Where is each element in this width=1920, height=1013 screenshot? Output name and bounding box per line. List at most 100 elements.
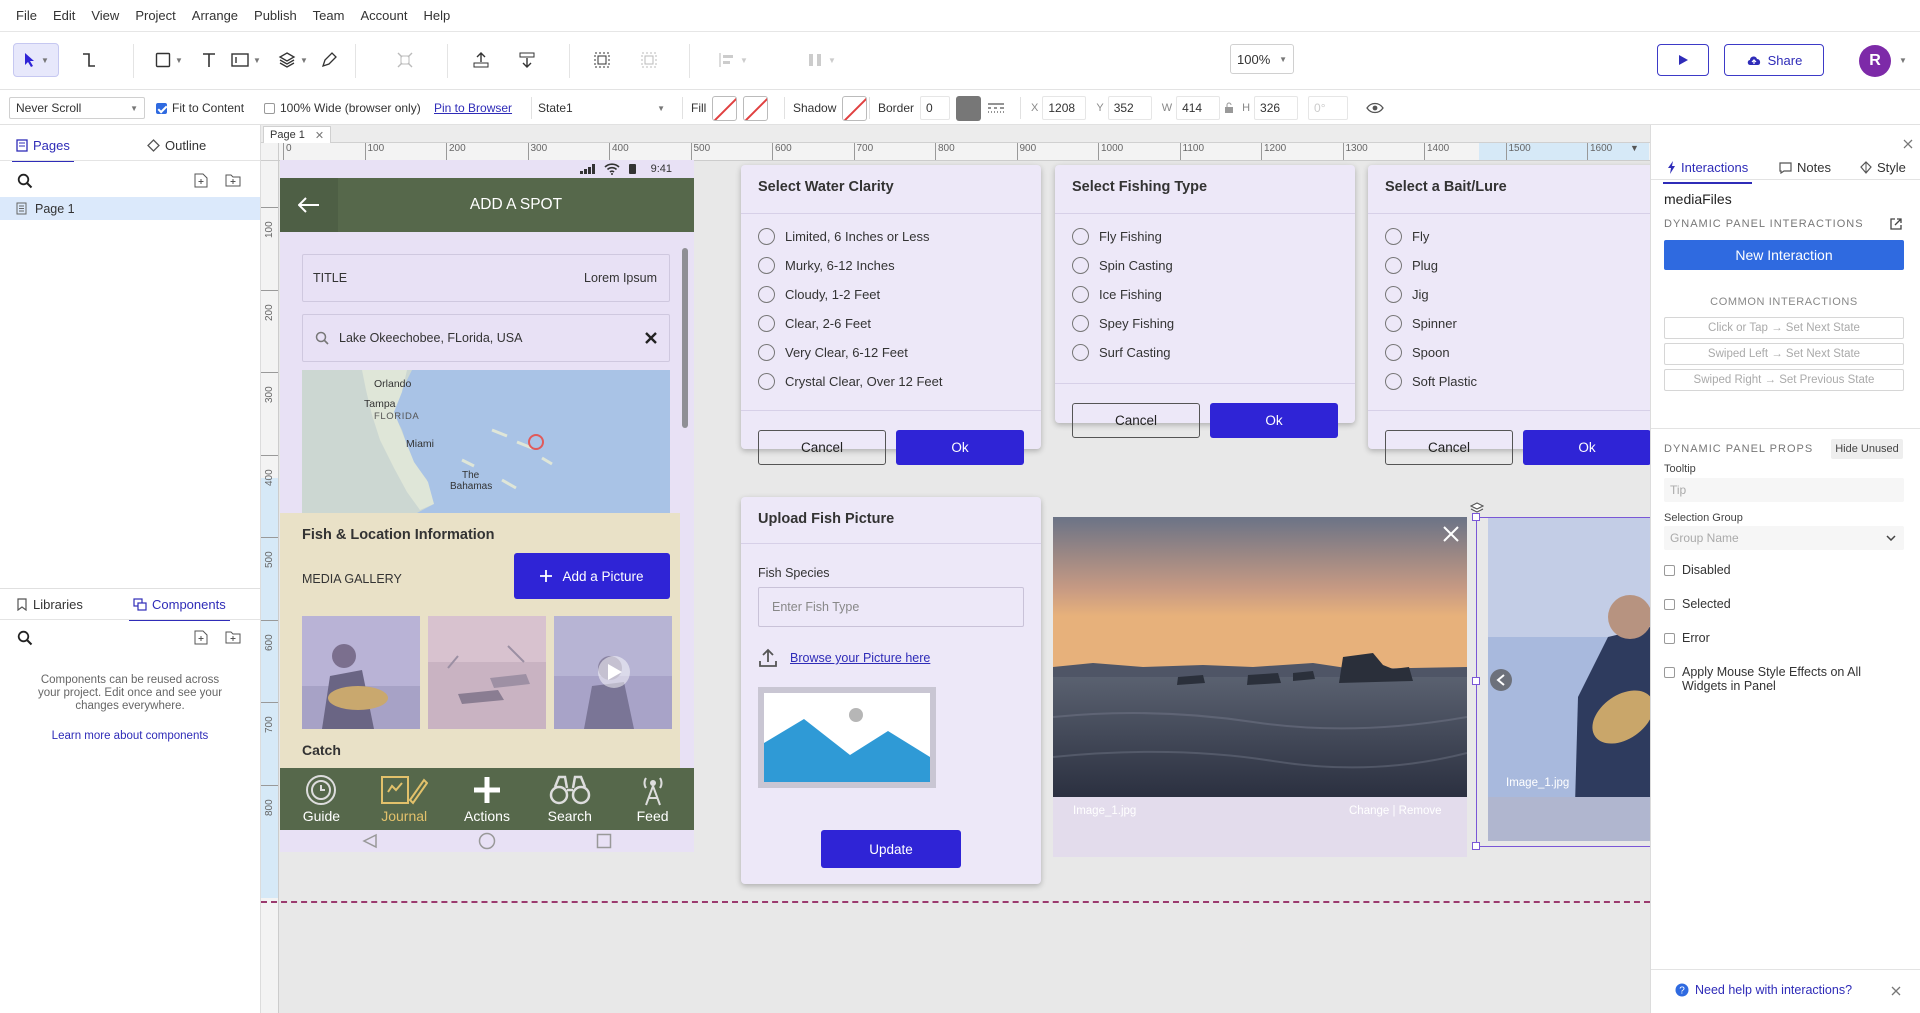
click-tap-interaction-button[interactable]: Click or Tap → Set Next State xyxy=(1664,317,1904,339)
update-button[interactable]: Update xyxy=(821,830,961,868)
select-tool-button[interactable]: ▼ xyxy=(13,43,59,77)
eye-icon[interactable] xyxy=(1366,102,1384,114)
connector-tool-button[interactable] xyxy=(73,43,105,77)
resize-handle[interactable] xyxy=(1472,677,1480,685)
add-picture-button[interactable]: Add a Picture xyxy=(514,553,670,599)
add-page-icon[interactable] xyxy=(194,173,208,188)
ungroup-button[interactable] xyxy=(634,43,664,77)
crop-button[interactable] xyxy=(390,43,420,77)
align-button[interactable]: ▼ xyxy=(710,43,756,77)
back-button[interactable] xyxy=(280,178,338,232)
fishing-cancel-button[interactable]: Cancel xyxy=(1072,403,1200,438)
menu-team[interactable]: Team xyxy=(305,8,353,23)
image-fill-icon[interactable] xyxy=(743,95,769,121)
gallery-thumb-1[interactable] xyxy=(302,616,420,729)
fish-species-input[interactable]: Enter Fish Type xyxy=(758,587,1024,627)
menu-help[interactable]: Help xyxy=(415,8,458,23)
lock-icon[interactable] xyxy=(1224,102,1234,114)
new-interaction-button[interactable]: New Interaction xyxy=(1664,240,1904,270)
water-cancel-button[interactable]: Cancel xyxy=(758,430,886,465)
distribute-button[interactable]: ▼ xyxy=(798,43,844,77)
layers-tool-button[interactable]: ▼ xyxy=(274,43,312,77)
nav-feed[interactable]: Feed xyxy=(611,768,694,830)
fishing-option-3[interactable]: Ice Fishing xyxy=(1072,286,1162,303)
system-home-icon[interactable] xyxy=(478,832,496,850)
scroll-select[interactable]: Never Scroll ▼ xyxy=(9,97,145,119)
water-option-3[interactable]: Cloudy, 1-2 Feet xyxy=(758,286,880,303)
wide-browser-checkbox[interactable]: 100% Wide (browser only) xyxy=(264,97,421,119)
bait-option-1[interactable]: Fly xyxy=(1385,228,1429,245)
menu-account[interactable]: Account xyxy=(352,8,415,23)
no-shadow-swatch[interactable] xyxy=(842,95,868,121)
browse-picture-row[interactable]: Browse your Picture here xyxy=(758,648,930,668)
pen-tool-button[interactable] xyxy=(316,43,342,77)
clear-icon[interactable] xyxy=(645,332,657,344)
system-back-icon[interactable] xyxy=(362,833,378,849)
media-files-carousel[interactable]: Image_1.jpg xyxy=(1488,517,1650,841)
search-icon[interactable] xyxy=(17,173,33,189)
shadow-control[interactable]: Shadow xyxy=(784,95,868,121)
swipe-left-interaction-button[interactable]: Swiped Left → Set Next State xyxy=(1664,343,1904,365)
fishing-option-4[interactable]: Spey Fishing xyxy=(1072,315,1174,332)
mouse-style-checkbox[interactable]: Apply Mouse Style Effects on All Widgets… xyxy=(1664,665,1894,693)
gallery-thumb-2[interactable] xyxy=(428,616,546,729)
bring-front-button[interactable] xyxy=(466,43,496,77)
pin-to-browser-link[interactable]: Pin to Browser xyxy=(434,97,512,119)
width-input[interactable]: 414 xyxy=(1176,96,1221,120)
gallery-thumb-3[interactable] xyxy=(554,616,672,729)
add-folder-icon[interactable] xyxy=(225,174,241,187)
nav-actions[interactable]: Actions xyxy=(446,768,529,830)
bait-cancel-button[interactable]: Cancel xyxy=(1385,430,1513,465)
add-component-icon[interactable] xyxy=(194,630,208,645)
widget-tool-button[interactable]: ▼ xyxy=(228,43,264,77)
rotation-input[interactable]: 0° xyxy=(1308,96,1349,120)
page-item-page1[interactable]: Page 1 xyxy=(0,197,260,220)
fishing-option-5[interactable]: Surf Casting xyxy=(1072,344,1171,361)
preview-button[interactable] xyxy=(1657,44,1709,76)
nav-journal[interactable]: Journal xyxy=(363,768,446,830)
hide-unused-button[interactable]: Hide Unused xyxy=(1831,439,1903,459)
image-actions[interactable]: Change | Remove xyxy=(1349,805,1441,817)
add-folder-icon[interactable] xyxy=(225,631,241,644)
chevron-down-icon[interactable]: ▼ xyxy=(1630,143,1639,153)
search-icon[interactable] xyxy=(17,630,33,646)
send-back-button[interactable] xyxy=(512,43,542,77)
rectangle-tool-button[interactable]: ▼ xyxy=(148,43,190,77)
menu-project[interactable]: Project xyxy=(127,8,183,23)
resize-handle[interactable] xyxy=(1472,513,1480,521)
fill-control[interactable]: Fill xyxy=(682,95,769,121)
resize-handle[interactable] xyxy=(1472,842,1480,850)
carousel-prev-button[interactable] xyxy=(1490,669,1512,691)
location-field[interactable]: Lake Okeechobee, FLorida, USA xyxy=(302,314,670,362)
selection-group-select[interactable]: Group Name xyxy=(1664,526,1904,550)
help-interactions-link[interactable]: ? Need help with interactions? xyxy=(1675,983,1852,997)
title-field[interactable]: TITLE Lorem Ipsum xyxy=(302,254,670,302)
page-tab[interactable]: Page 1 ✕ xyxy=(263,126,332,143)
close-icon[interactable] xyxy=(1891,986,1901,996)
menu-file[interactable]: File xyxy=(8,8,45,23)
x-input[interactable]: 1208 xyxy=(1042,96,1087,120)
error-checkbox[interactable]: Error xyxy=(1664,631,1710,645)
no-fill-swatch[interactable] xyxy=(712,95,738,121)
location-map[interactable]: Orlando Tampa FLORIDA Miami The Bahamas xyxy=(302,370,670,513)
bait-option-2[interactable]: Plug xyxy=(1385,257,1438,274)
open-external-icon[interactable] xyxy=(1889,217,1903,231)
water-option-6[interactable]: Crystal Clear, Over 12 Feet xyxy=(758,373,943,390)
water-option-5[interactable]: Very Clear, 6-12 Feet xyxy=(758,344,908,361)
learn-components-link[interactable]: Learn more about components xyxy=(0,730,260,742)
menu-arrange[interactable]: Arrange xyxy=(184,8,246,23)
design-canvas[interactable]: Page 1 ✕ 0 100 200 300 400 500 600 700 800 900 100… xyxy=(261,125,1650,1013)
chevron-down-icon[interactable]: ▼ xyxy=(1899,56,1907,65)
system-recents-icon[interactable] xyxy=(596,833,612,849)
share-button[interactable]: Share xyxy=(1724,44,1824,76)
tab-interactions[interactable]: Interactions xyxy=(1662,160,1753,184)
menu-edit[interactable]: Edit xyxy=(45,8,83,23)
scrollbar-thumb[interactable] xyxy=(682,248,688,428)
height-input[interactable]: 326 xyxy=(1254,96,1299,120)
menu-publish[interactable]: Publish xyxy=(246,8,305,23)
tooltip-input[interactable]: Tip xyxy=(1664,478,1904,502)
border-style-icon[interactable] xyxy=(987,101,1005,115)
fishing-option-1[interactable]: Fly Fishing xyxy=(1072,228,1162,245)
border-color-swatch[interactable] xyxy=(956,95,982,121)
disabled-checkbox[interactable]: Disabled xyxy=(1664,563,1731,577)
